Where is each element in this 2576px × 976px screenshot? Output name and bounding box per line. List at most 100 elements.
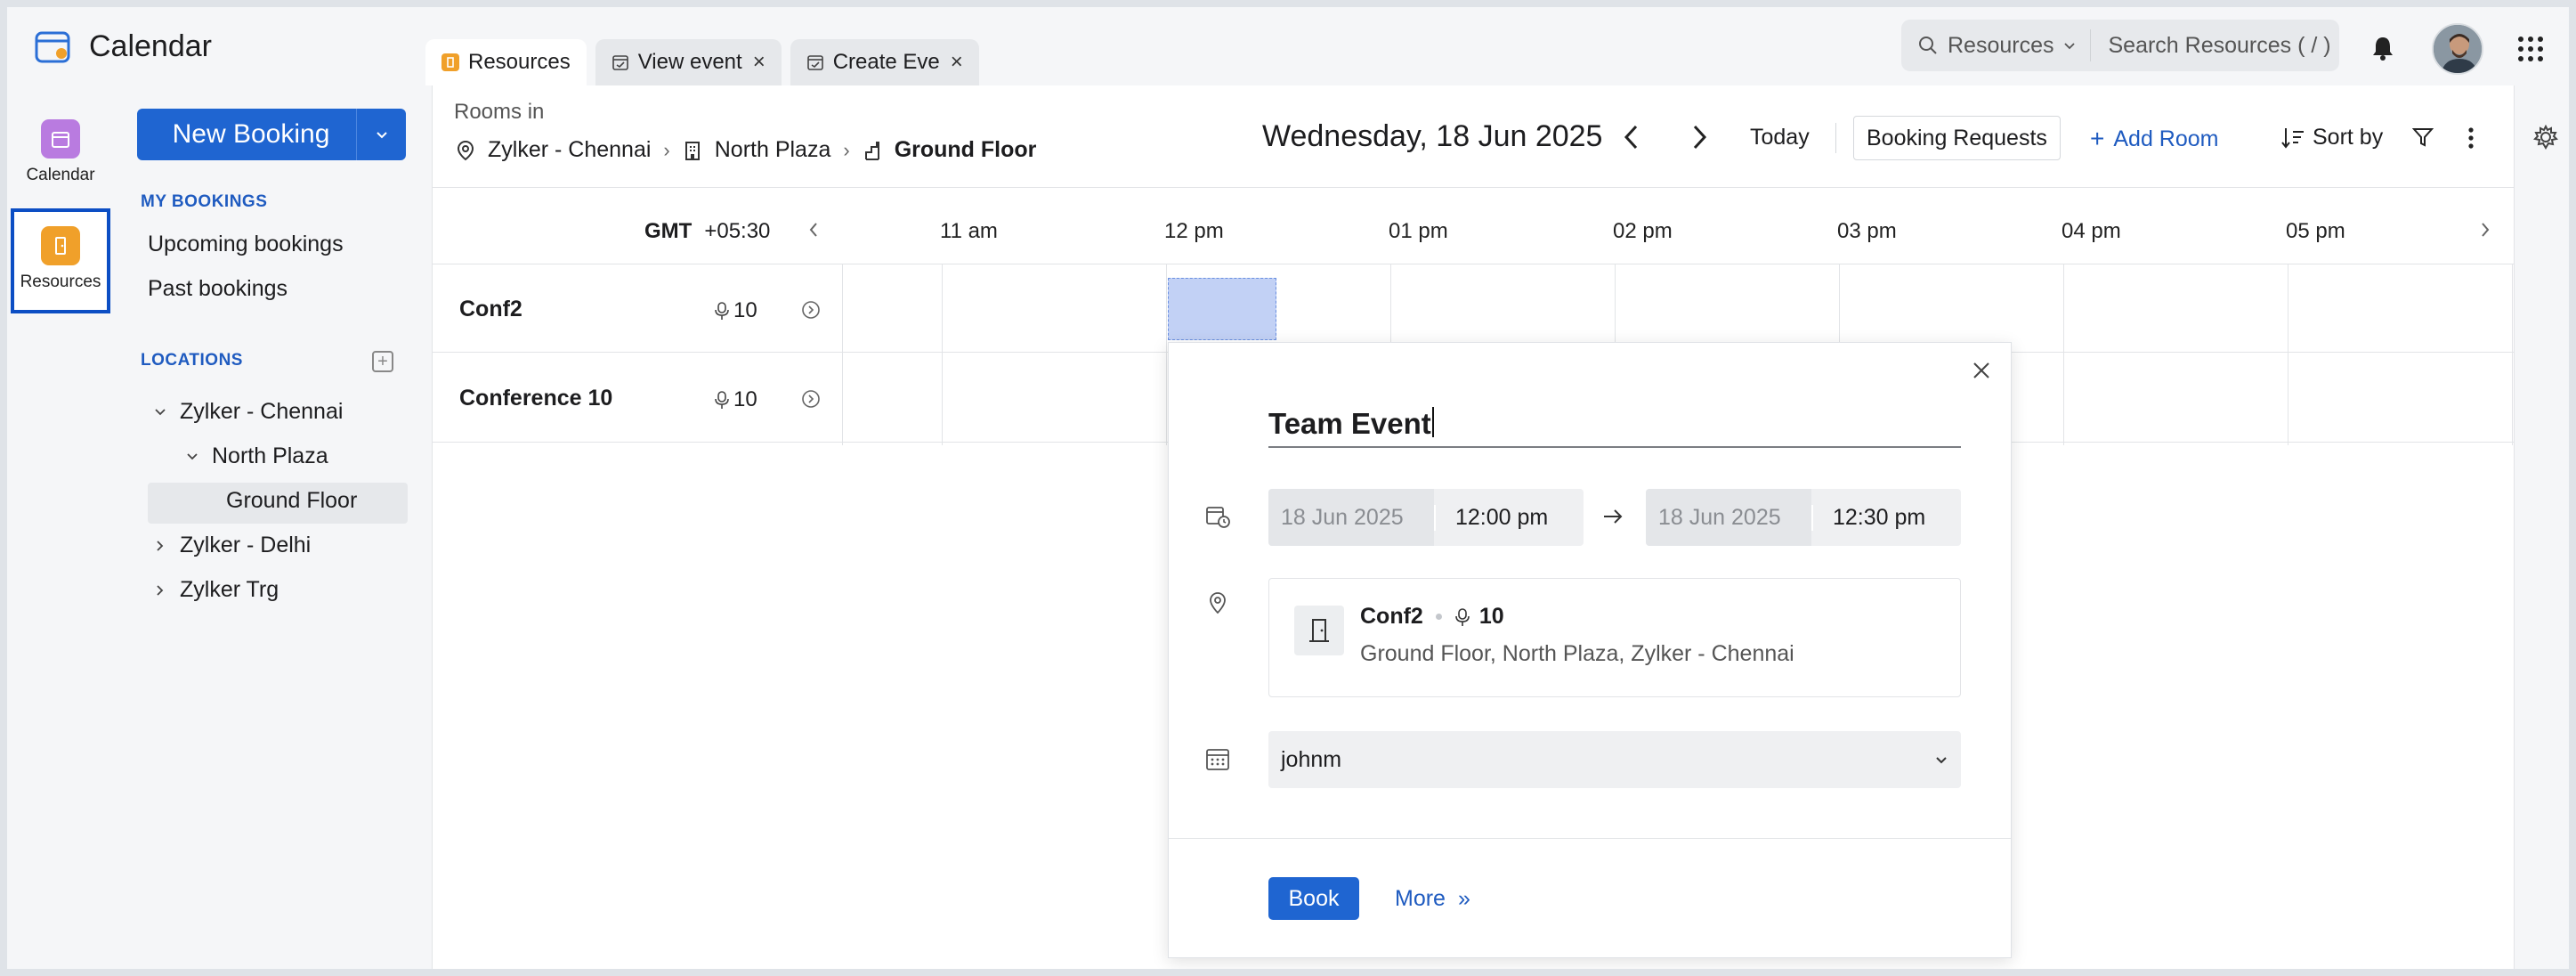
my-bookings-heading: MY BOOKINGS — [141, 192, 268, 211]
organizer-select[interactable]: johnm — [1268, 731, 1961, 788]
room-row[interactable]: Conf2 10 — [433, 264, 2514, 353]
chevron-down-icon[interactable] — [153, 405, 167, 419]
tree-item-zylker-delhi[interactable]: Zylker - Delhi — [153, 533, 311, 558]
booking-requests-button[interactable]: Booking Requests — [1853, 116, 2061, 160]
tab-resources[interactable]: Resources — [425, 39, 587, 85]
gear-icon[interactable] — [2533, 125, 2558, 150]
end-time[interactable]: 12:30 pm — [1811, 504, 1961, 531]
breadcrumb-item[interactable]: North Plaza — [715, 137, 831, 163]
close-icon[interactable]: × — [951, 50, 963, 75]
calendar-logo-icon — [35, 31, 70, 63]
tab-create-event[interactable]: Create Eve × — [790, 39, 979, 85]
rail-label: Resources — [20, 272, 101, 291]
app-rail: Calendar Resources — [7, 85, 114, 969]
tree-item-north-plaza[interactable]: North Plaza — [185, 443, 328, 469]
text-cursor — [1431, 407, 1434, 437]
previous-day-icon[interactable] — [1618, 121, 1645, 153]
capacity-value: 10 — [733, 298, 757, 322]
hour-label: 01 pm — [1389, 219, 1448, 243]
chevron-right-icon[interactable] — [153, 583, 167, 598]
mic-icon — [1455, 607, 1470, 626]
event-title-input[interactable]: Team Event — [1268, 407, 1961, 448]
filter-icon[interactable] — [2412, 126, 2434, 148]
upcoming-bookings-link[interactable]: Upcoming bookings — [148, 232, 344, 257]
location-pin-icon — [1210, 592, 1226, 614]
rail-label: Calendar — [26, 166, 95, 184]
app-title[interactable]: Calendar — [34, 28, 212, 64]
tree-item-zylker-trg[interactable]: Zylker Trg — [153, 577, 279, 603]
chevron-right-icon[interactable] — [153, 539, 167, 553]
breadcrumb-item[interactable]: Zylker - Chennai — [488, 137, 651, 163]
end-date[interactable]: 18 Jun 2025 — [1646, 489, 1811, 546]
search-box[interactable]: Resources Search Resources ( / ) — [1901, 20, 2339, 71]
start-datetime[interactable]: 18 Jun 2025 12:00 pm — [1268, 489, 1584, 546]
grid-line — [2512, 264, 2513, 445]
sort-icon — [2281, 127, 2304, 149]
add-location-icon[interactable]: + — [372, 351, 393, 372]
past-bookings-link[interactable]: Past bookings — [148, 276, 288, 302]
search-input[interactable]: Search Resources ( / ) — [2091, 33, 2331, 59]
end-datetime[interactable]: 18 Jun 2025 12:30 pm — [1646, 489, 1961, 546]
avatar[interactable] — [2432, 23, 2483, 75]
breadcrumb-separator-icon: › — [843, 138, 850, 161]
tab-label: Create Eve — [832, 50, 940, 74]
more-options-link[interactable]: More » — [1395, 886, 1470, 912]
timeline-prev-icon[interactable] — [806, 221, 821, 239]
start-date[interactable]: 18 Jun 2025 — [1268, 489, 1434, 546]
hour-label: 02 pm — [1613, 219, 1673, 243]
tab-label: Resources — [468, 50, 571, 74]
breadcrumb: Zylker - Chennai › North Plaza › Ground … — [456, 137, 1036, 163]
room-capacity: 10 — [714, 298, 757, 323]
more-label: More — [1395, 886, 1446, 911]
hour-label: 04 pm — [2062, 219, 2121, 243]
bell-icon[interactable] — [2371, 36, 2394, 61]
room-name[interactable]: Conference 10 — [459, 386, 612, 411]
right-settings-strip — [2514, 85, 2569, 969]
hour-label: 11 am — [940, 219, 998, 243]
organizer-calendar-icon — [1206, 749, 1229, 770]
door-icon — [1294, 606, 1344, 655]
chevron-down-icon — [2063, 43, 2075, 50]
tree-item-ground-floor[interactable]: Ground Floor — [226, 488, 357, 514]
room-name[interactable]: Conf2 — [459, 297, 522, 322]
tree-item-zylker-chennai[interactable]: Zylker - Chennai — [153, 399, 343, 425]
apps-grid-icon[interactable] — [2517, 36, 2544, 62]
gmt-offset: +05:30 — [704, 219, 771, 243]
start-time[interactable]: 12:00 pm — [1434, 504, 1584, 531]
capacity-value: 10 — [733, 387, 757, 411]
add-room-button[interactable]: + Add Room — [2090, 125, 2218, 153]
popup-divider — [1169, 838, 2011, 839]
more-options-icon[interactable] — [2467, 126, 2475, 150]
selected-time-slot[interactable] — [1168, 278, 1276, 340]
plus-icon: + — [2090, 125, 2105, 152]
chevron-down-icon[interactable] — [185, 450, 199, 464]
close-icon[interactable]: × — [753, 50, 766, 75]
new-booking-dropdown[interactable] — [356, 109, 406, 160]
tree-label: Ground Floor — [226, 488, 358, 513]
search-icon — [1919, 37, 1937, 54]
separator-dot — [1435, 614, 1442, 620]
create-booking-popup: Team Event 18 Jun 2025 12:00 pm 18 Jun 2… — [1168, 342, 2012, 958]
search-scope-dropdown[interactable]: Resources — [1901, 29, 2091, 61]
room-capacity: 10 — [714, 387, 757, 412]
new-booking-button[interactable]: New Booking — [137, 109, 406, 160]
rail-calendar[interactable]: Calendar — [11, 119, 110, 185]
resources-icon — [41, 226, 80, 265]
next-day-icon[interactable] — [1686, 121, 1713, 153]
rail-resources[interactable]: Resources — [11, 208, 110, 313]
close-icon[interactable] — [1972, 361, 1991, 380]
building-icon — [685, 141, 700, 160]
room-info-icon[interactable] — [801, 389, 821, 409]
breadcrumb-separator-icon: › — [663, 138, 670, 161]
rooms-in-label: Rooms in — [454, 100, 545, 124]
gmt-label: GMT — [644, 219, 693, 243]
tab-view-event[interactable]: View event × — [595, 39, 782, 85]
today-button[interactable]: Today — [1750, 125, 1810, 150]
selected-room-card[interactable]: Conf2 10 Ground Floor, North Plaza, Zylk… — [1268, 578, 1961, 697]
book-button[interactable]: Book — [1268, 877, 1359, 920]
top-bar: Calendar Resources View event × Create E… — [7, 7, 2569, 85]
timeline-next-icon[interactable] — [2478, 221, 2492, 239]
room-info-icon[interactable] — [801, 300, 821, 320]
grid-line — [842, 264, 843, 445]
sort-by-button[interactable]: Sort by — [2280, 125, 2383, 150]
